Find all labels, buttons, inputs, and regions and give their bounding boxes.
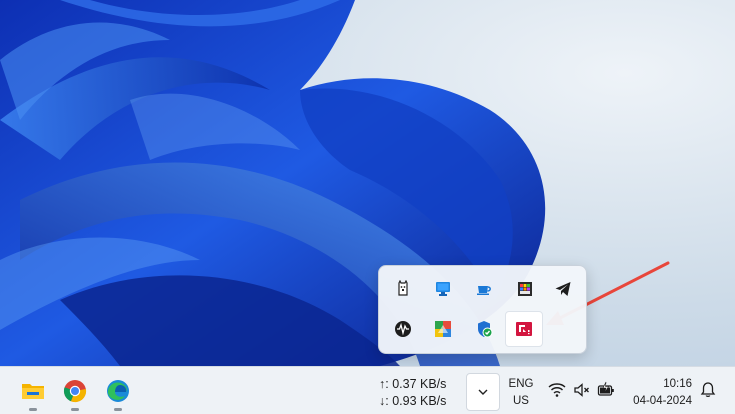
language-indicator[interactable]: ENG US: [506, 376, 536, 410]
clock[interactable]: 10:16 04-04-2024: [620, 376, 692, 410]
running-indicator: [114, 408, 122, 411]
tray-cell[interactable]: [466, 272, 502, 306]
alpaca-app-icon: [398, 280, 408, 296]
chrome-icon: [63, 380, 87, 403]
download-speed: ↓: 0.93 KB/s: [379, 394, 447, 408]
red-app-icon: [516, 322, 532, 336]
battery-charging-icon[interactable]: [597, 381, 615, 399]
colorful-grid-app-icon: [435, 321, 451, 337]
running-indicator: [71, 408, 79, 411]
color-chart-app-icon: [518, 282, 532, 296]
wallpaper: [0, 0, 546, 366]
taskbar: ↑: 0.37 KB/s ↓: 0.93 KB/s ENG US 10:16 0…: [0, 366, 735, 414]
edge-icon: [107, 380, 129, 402]
network-speed-widget[interactable]: ↑: 0.37 KB/s ↓: 0.93 KB/s: [379, 376, 446, 410]
tray-cell[interactable]: [545, 272, 581, 306]
clock-time: 10:16: [663, 378, 692, 390]
coffee-cup-icon: [477, 286, 491, 295]
desktop: [0, 0, 735, 366]
tray-overflow-popup: [378, 265, 587, 354]
language-code: ENG: [508, 378, 534, 390]
taskbar-chrome[interactable]: [58, 374, 92, 411]
upload-speed: ↑: 0.37 KB/s: [379, 377, 447, 391]
windows-security-icon: [478, 321, 493, 338]
volume-muted-icon[interactable]: [573, 381, 591, 399]
monitor-app-icon: [436, 282, 450, 296]
tray-cell[interactable]: [466, 312, 502, 346]
tray-cell[interactable]: [385, 312, 421, 346]
notification-bell-icon[interactable]: [699, 381, 717, 399]
wifi-icon[interactable]: [548, 381, 566, 399]
telegram-icon: [555, 282, 571, 296]
tray-cell-highlighted[interactable]: [505, 311, 543, 347]
tray-cell[interactable]: [385, 272, 421, 306]
taskbar-file-explorer[interactable]: [16, 374, 50, 411]
chevron-down-icon: [478, 389, 488, 395]
show-hidden-icons-button[interactable]: [466, 373, 500, 411]
audio-wave-icon: [395, 321, 411, 337]
taskbar-edge[interactable]: [101, 374, 135, 411]
tray-cell[interactable]: [425, 272, 461, 306]
keyboard-layout: US: [513, 395, 529, 407]
running-indicator: [29, 408, 37, 411]
tray-cell[interactable]: [425, 312, 461, 346]
file-explorer-icon: [22, 384, 44, 399]
tray-cell[interactable]: [507, 272, 543, 306]
clock-date: 04-04-2024: [633, 395, 692, 407]
